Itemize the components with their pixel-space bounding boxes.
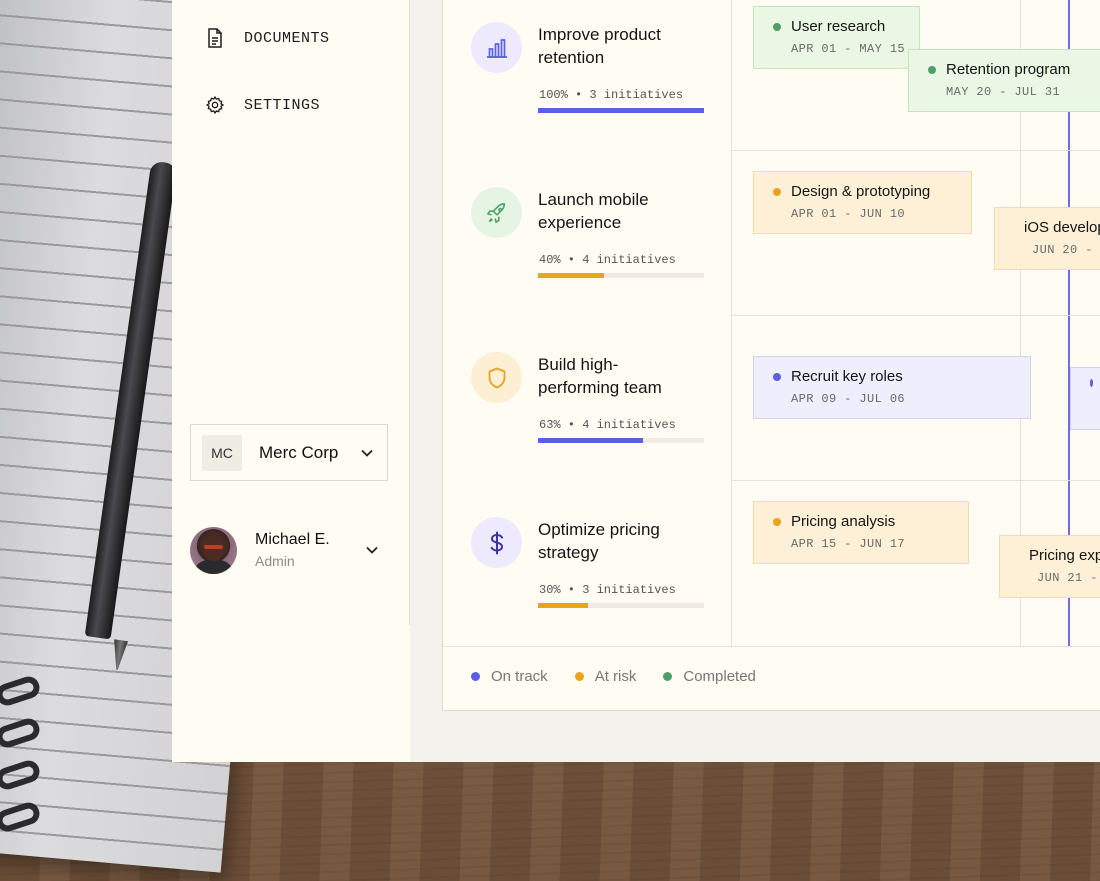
task-card[interactable]: iOS development JUN 20 - AUG 31 [994, 207, 1100, 270]
status-legend: On track At risk Completed [471, 668, 756, 685]
goal-progress-fill [538, 603, 588, 608]
goal-title: Optimize pricing strategy [538, 520, 660, 562]
legend-label: Completed [683, 668, 756, 685]
user-role: Admin [255, 553, 295, 569]
task-title: Recruit key roles [791, 368, 903, 385]
avatar [190, 526, 237, 574]
row-divider [731, 480, 1100, 481]
rocket-icon [471, 187, 522, 238]
document-icon [205, 28, 225, 48]
task-title: Design & prototyping [791, 183, 931, 200]
legend-dot [663, 672, 673, 681]
user-menu[interactable]: Michael E. Admin [190, 525, 390, 575]
task-dates: APR 15 - JUN 17 [791, 537, 906, 551]
status-dot [773, 187, 781, 196]
row-divider [731, 150, 1100, 151]
roadmap-board: Improve product retention 100% • 3 initi… [442, 0, 1100, 711]
goal-progress-bar [538, 603, 704, 608]
task-title: iOS development [1024, 219, 1100, 236]
goal-title: Build high-performing team [538, 355, 662, 397]
task-title: Retention program [946, 61, 1071, 78]
shield-icon [471, 352, 522, 403]
legend-item: Completed [663, 668, 756, 685]
legend-item: On track [471, 668, 548, 685]
dollar-icon [471, 517, 522, 568]
org-initials: MC [202, 434, 242, 471]
goal-title: Launch mobile experience [538, 190, 649, 232]
goal-column-divider [731, 0, 732, 646]
task-card[interactable]: Pricing experiments JUN 21 - AUG 30 [999, 535, 1100, 598]
org-switcher[interactable]: MC Merc Corp [190, 424, 388, 481]
status-dot [773, 372, 781, 381]
goal-meta: 30% • 3 initiatives [539, 583, 676, 597]
main-panel: Improve product retention 100% • 3 initi… [410, 0, 1100, 762]
goal-meta: 100% • 3 initiatives [539, 88, 684, 102]
chevron-down-icon [366, 541, 378, 559]
goal-meta: 40% • 4 initiatives [539, 253, 676, 267]
goal-progress-fill [538, 438, 643, 443]
goal-progress-fill [538, 273, 605, 278]
goal-progress-fill [538, 108, 704, 113]
notebook-rings [0, 660, 46, 860]
legend-divider [443, 646, 1100, 647]
goal-meta: 63% • 4 initiatives [539, 418, 676, 432]
status-dot [928, 65, 936, 74]
task-title: Pricing experiments [1029, 547, 1100, 564]
sidebar-item-settings[interactable]: SETTINGS [205, 95, 320, 115]
task-card[interactable]: Design & prototyping APR 01 - JUN 10 [753, 171, 972, 234]
sidebar-item-label: DOCUMENTS [244, 29, 330, 47]
task-card[interactable] [1070, 367, 1100, 430]
task-dates: APR 01 - JUN 10 [791, 207, 906, 221]
chevron-down-icon [361, 444, 373, 462]
sidebar: DOCUMENTS SETTINGS MC Merc Corp Michael … [172, 0, 410, 762]
status-dot [773, 22, 781, 31]
task-card[interactable]: Recruit key roles APR 09 - JUL 06 [753, 356, 1031, 419]
legend-label: On track [491, 668, 548, 685]
task-card[interactable]: Pricing analysis APR 15 - JUN 17 [753, 501, 969, 564]
legend-label: At risk [594, 668, 637, 685]
task-title: Pricing analysis [791, 513, 896, 530]
task-dates: JUN 20 - AUG 31 [1032, 243, 1100, 257]
goal-title: Improve product retention [538, 25, 661, 67]
goal-progress-bar [538, 273, 704, 278]
task-dates: MAY 20 - JUL 31 [946, 85, 1061, 99]
task-card[interactable]: User research APR 01 - MAY 15 [753, 6, 920, 69]
task-dates: APR 01 - MAY 15 [791, 42, 906, 56]
row-divider [731, 315, 1100, 316]
task-card[interactable]: Retention program MAY 20 - JUL 31 [908, 49, 1100, 112]
bar-chart-icon [471, 22, 522, 73]
legend-dot [471, 672, 480, 681]
sidebar-item-documents[interactable]: DOCUMENTS [205, 28, 330, 48]
legend-dot [574, 672, 584, 681]
status-dot [773, 517, 781, 526]
org-name: Merc Corp [259, 442, 339, 462]
legend-item: At risk [574, 668, 637, 685]
goal-progress-bar [538, 108, 704, 113]
sidebar-item-label: SETTINGS [244, 96, 321, 114]
goal-progress-bar [538, 438, 704, 443]
task-dates: JUN 21 - AUG 30 [1037, 571, 1100, 585]
status-dot [1090, 379, 1093, 387]
task-dates: APR 09 - JUL 06 [791, 392, 906, 406]
task-title: User research [791, 18, 886, 35]
user-name: Michael E. [255, 531, 330, 548]
gear-icon [205, 95, 225, 115]
